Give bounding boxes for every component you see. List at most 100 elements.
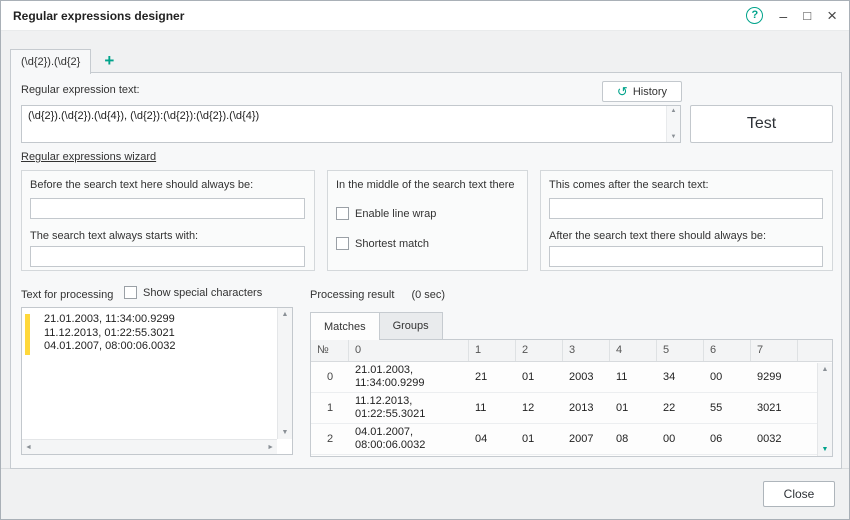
table-vertical-scrollbar[interactable]: ▲ ▼ [817, 363, 832, 456]
match-group-cell: 12 [516, 400, 563, 417]
table-row[interactable]: 111.12.2013, 01:22:55.302111122013012255… [311, 393, 832, 424]
comes-after-input[interactable] [549, 198, 823, 219]
tab-bar: (\d{2}).(\d{2} + [10, 47, 127, 73]
text-line: 04.01.2007, 08:00:06.0032 [44, 340, 274, 354]
enable-line-wrap-checkbox[interactable]: Enable line wrap [336, 207, 436, 220]
column-header-filler [798, 340, 832, 361]
before-always-input[interactable] [30, 198, 305, 219]
match-group-cell: 11 [469, 400, 516, 417]
scroll-left-icon[interactable]: ◄ [25, 444, 32, 451]
middle-search-panel: In the middle of the search text there E… [327, 170, 528, 271]
column-header[interactable]: 3 [563, 340, 610, 361]
processing-result-text: Processing result [310, 289, 394, 301]
match-group-cell: 2013 [563, 400, 610, 417]
starts-with-input[interactable] [30, 246, 305, 267]
before-always-label: Before the search text here should alway… [30, 179, 310, 191]
match-group-cell: 08 [610, 431, 657, 448]
column-header[interactable]: 2 [516, 340, 563, 361]
row-number-cell: 0 [311, 369, 349, 386]
shortest-match-checkbox[interactable]: Shortest match [336, 237, 429, 250]
table-row[interactable]: 204.01.2007, 08:00:06.003204012007080006… [311, 424, 832, 455]
match-group-cell: 01 [516, 431, 563, 448]
match-group-cell: 34 [657, 369, 704, 386]
regex-input-scrollbar[interactable]: ▲ ▼ [666, 106, 680, 142]
tab-matches[interactable]: Matches [310, 312, 380, 340]
window-controls: ? – □ × [746, 7, 837, 25]
regex-designer-window: Regular expressions designer ? – □ × (\d… [0, 0, 850, 520]
match-group-cell: 2007 [563, 431, 610, 448]
scroll-down-icon[interactable]: ▼ [671, 134, 677, 140]
tab-regex-pattern[interactable]: (\d{2}).(\d{2} [10, 49, 91, 74]
table-row[interactable]: 021.01.2003, 11:34:00.929921012003113400… [311, 362, 832, 393]
match-group-cell: 11.12.2013, 01:22:55.3021 [349, 393, 469, 423]
scroll-down-icon[interactable]: ▼ [282, 429, 289, 436]
show-special-characters-checkbox[interactable]: Show special characters [124, 286, 262, 299]
checkbox-icon [124, 286, 137, 299]
row-number-cell: 1 [311, 400, 349, 417]
match-group-cell: 0032 [751, 431, 798, 448]
match-group-cell: 3021 [751, 400, 798, 417]
test-button[interactable]: Test [690, 105, 833, 143]
history-icon: ↺ [617, 85, 628, 98]
enable-line-wrap-label: Enable line wrap [355, 208, 436, 220]
processing-text-lines: 21.01.2003, 11:34:00.929911.12.2013, 01:… [44, 313, 274, 354]
before-search-panel: Before the search text here should alway… [21, 170, 315, 271]
tab-groups[interactable]: Groups [380, 312, 443, 340]
scroll-up-icon[interactable]: ▲ [822, 366, 829, 373]
minimize-icon[interactable]: – [779, 7, 787, 25]
regex-wizard-link[interactable]: Regular expressions wizard [21, 151, 156, 163]
maximize-icon[interactable]: □ [803, 7, 811, 25]
processing-text-area[interactable]: 21.01.2003, 11:34:00.929911.12.2013, 01:… [21, 307, 293, 455]
match-group-cell: 21.01.2003, 11:34:00.9299 [349, 362, 469, 392]
history-button[interactable]: ↺ History [602, 81, 682, 102]
scroll-up-icon[interactable]: ▲ [671, 108, 677, 114]
match-group-cell: 9299 [751, 369, 798, 386]
text-horizontal-scrollbar[interactable]: ◄ ► [22, 439, 277, 454]
scroll-down-icon[interactable]: ▼ [822, 446, 829, 453]
match-group-cell: 01 [516, 369, 563, 386]
match-group-cell: 00 [657, 431, 704, 448]
matches-table: №01234567 021.01.2003, 11:34:00.92992101… [310, 339, 833, 457]
checkbox-icon [336, 237, 349, 250]
match-group-cell: 00 [704, 369, 751, 386]
show-special-characters-label: Show special characters [143, 287, 262, 299]
match-group-cell: 11 [610, 369, 657, 386]
match-group-cell: 21 [469, 369, 516, 386]
row-number-cell: 2 [311, 431, 349, 448]
match-group-cell: 2003 [563, 369, 610, 386]
text-line: 21.01.2003, 11:34:00.9299 [44, 313, 274, 327]
text-vertical-scrollbar[interactable]: ▲ ▼ [277, 308, 292, 439]
main-panel: Regular expression text: ↺ History (\d{2… [10, 72, 842, 469]
result-tabs: Matches Groups [310, 311, 443, 340]
titlebar: Regular expressions designer ? – □ × [1, 1, 849, 31]
match-group-cell: 55 [704, 400, 751, 417]
close-window-icon[interactable]: × [827, 7, 837, 25]
processing-result-label: Processing result (0 sec) [310, 289, 445, 301]
scroll-right-icon[interactable]: ► [267, 444, 274, 451]
column-header[interactable]: № [311, 340, 349, 361]
column-header[interactable]: 4 [610, 340, 657, 361]
starts-with-label: The search text always starts with: [30, 230, 310, 242]
after-always-input[interactable] [549, 246, 823, 267]
column-header[interactable]: 0 [349, 340, 469, 361]
column-header[interactable]: 5 [657, 340, 704, 361]
regex-input[interactable]: (\d{2}).(\d{2}).(\d{4}), (\d{2}):(\d{2})… [21, 105, 681, 143]
match-group-cell: 22 [657, 400, 704, 417]
match-group-cell: 06 [704, 431, 751, 448]
shortest-match-label: Shortest match [355, 238, 429, 250]
column-header[interactable]: 1 [469, 340, 516, 361]
match-group-cell: 04.01.2007, 08:00:06.0032 [349, 424, 469, 454]
add-tab-button[interactable]: + [91, 48, 127, 73]
middle-panel-label: In the middle of the search text there [336, 179, 523, 191]
scroll-up-icon[interactable]: ▲ [282, 311, 289, 318]
footer: Close [1, 468, 849, 519]
close-button[interactable]: Close [763, 481, 835, 507]
text-for-processing-label: Text for processing [21, 289, 113, 301]
text-line: 11.12.2013, 01:22:55.3021 [44, 327, 274, 341]
help-icon[interactable]: ? [746, 7, 763, 24]
column-header[interactable]: 6 [704, 340, 751, 361]
match-highlight-marker [25, 314, 30, 355]
column-header[interactable]: 7 [751, 340, 798, 361]
regex-text-label: Regular expression text: [21, 84, 140, 96]
matches-table-body: 021.01.2003, 11:34:00.929921012003113400… [311, 362, 832, 455]
